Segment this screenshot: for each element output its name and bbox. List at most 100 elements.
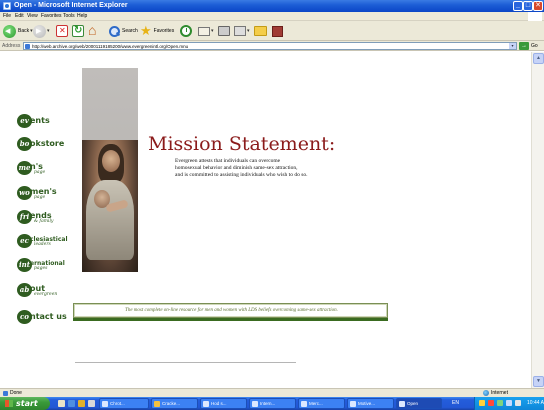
tray-icon[interactable]: [497, 400, 503, 406]
star-icon: ★: [140, 23, 152, 38]
address-input[interactable]: http://web.archive.org/web/2000111918520…: [23, 42, 517, 50]
mission-line: homosexual behavior and diminish same-se…: [175, 165, 298, 171]
go-arrow-icon[interactable]: →: [519, 42, 529, 50]
toolbar: Back ▾ ▾ Search ★ Favorites ▾ ▾: [0, 21, 544, 41]
tagline-box: The most complete on-line resource for m…: [73, 303, 388, 318]
task-label: Merc...: [309, 401, 323, 406]
green-divider: [73, 318, 388, 321]
menu-edit[interactable]: Edit: [15, 12, 24, 21]
menu-help[interactable]: Help: [77, 12, 87, 21]
refresh-icon: [72, 25, 84, 37]
task-button[interactable]: Motive...: [347, 398, 394, 409]
language-indicator[interactable]: EN: [452, 398, 459, 409]
edit-dropdown-icon[interactable]: ▾: [247, 28, 250, 34]
task-button-active[interactable]: Open: [396, 398, 442, 409]
research-button[interactable]: [272, 23, 283, 39]
task-app-icon: [154, 401, 160, 407]
task-label: Motive...: [358, 401, 376, 406]
nav-mens-sub: page: [34, 170, 46, 175]
address-label: Address: [2, 43, 21, 49]
page-content: [0, 52, 531, 388]
address-bar: Address http://web.archive.org/web/20001…: [0, 41, 544, 51]
url-text[interactable]: http://web.archive.org/web/2000111918520…: [32, 43, 188, 50]
scroll-down-button[interactable]: ▼: [533, 376, 544, 387]
quicklaunch-misc-icon[interactable]: [88, 400, 95, 407]
task-button[interactable]: Merc...: [298, 398, 345, 409]
menu-bar: File Edit View Favorites Tools Help: [0, 12, 544, 21]
task-label: Hod s...: [211, 401, 227, 406]
favorites-button[interactable]: ★ Favorites: [140, 23, 174, 39]
refresh-button[interactable]: [72, 23, 84, 39]
back-button[interactable]: Back ▾: [3, 23, 33, 39]
stop-icon: [56, 25, 68, 37]
quicklaunch-media-icon[interactable]: [78, 400, 85, 407]
go-button[interactable]: Go: [531, 41, 538, 51]
history-icon: [180, 25, 192, 37]
clock[interactable]: 10:44 AM: [527, 397, 544, 410]
menu-file[interactable]: File: [3, 12, 11, 21]
internet-zone-icon: [483, 390, 489, 396]
forward-arrow-icon: [33, 24, 46, 38]
book-icon: [272, 25, 283, 37]
task-app-icon: [399, 401, 405, 407]
home-button[interactable]: [88, 22, 100, 39]
home-icon: [88, 22, 100, 38]
nav-about-sub: evergreen: [34, 292, 58, 297]
christ-embrace-image: [82, 140, 138, 272]
stop-button[interactable]: [56, 23, 68, 39]
close-button[interactable]: ✕: [533, 1, 543, 11]
system-tray: 10:44 AM: [474, 397, 544, 410]
task-app-icon: [252, 401, 258, 407]
menu-tools[interactable]: Tools: [63, 12, 75, 21]
nav-bookstore-label: okstore: [30, 139, 65, 148]
task-app-icon: [350, 401, 356, 407]
menu-favorites[interactable]: Favorites: [41, 12, 62, 21]
quicklaunch-ie-icon[interactable]: [68, 400, 75, 407]
photo-panel: [82, 68, 138, 272]
start-label: start: [16, 399, 38, 408]
task-button[interactable]: Hod s...: [200, 398, 247, 409]
task-button[interactable]: Intern...: [249, 398, 296, 409]
ie-icon: [3, 2, 11, 10]
page-done-icon: [3, 391, 8, 396]
start-button[interactable]: start: [0, 397, 50, 410]
menu-view[interactable]: View: [27, 12, 38, 21]
task-button[interactable]: Cracke...: [151, 398, 198, 409]
task-button[interactable]: Chrot...: [99, 398, 149, 409]
mission-title: Mission Statement:: [148, 133, 336, 155]
tagline-text: The most complete on-line resource for m…: [125, 308, 338, 313]
tray-icon[interactable]: [506, 400, 512, 406]
mail-button[interactable]: ▾: [198, 23, 214, 39]
folder-button[interactable]: [254, 23, 267, 39]
minimize-button[interactable]: _: [513, 1, 523, 11]
vertical-scrollbar[interactable]: ▲ ▼: [531, 52, 544, 388]
task-app-icon: [102, 401, 108, 407]
task-app-icon: [203, 401, 209, 407]
back-arrow-icon: [3, 24, 16, 38]
forward-button[interactable]: ▾: [33, 23, 50, 39]
quicklaunch-desktop-icon[interactable]: [58, 400, 65, 407]
volume-icon[interactable]: [515, 400, 521, 406]
status-bar: Done Internet: [0, 388, 544, 397]
forward-dropdown-icon[interactable]: ▾: [47, 28, 50, 34]
scroll-up-button[interactable]: ▲: [533, 53, 544, 64]
tray-icon[interactable]: [488, 400, 494, 406]
nav-friends-sub: & family: [34, 219, 54, 224]
taskbar: start Chrot... Cracke... Hod s... Intern…: [0, 397, 544, 410]
nav-international-sub: pages: [34, 266, 48, 271]
print-button[interactable]: [218, 23, 230, 39]
nav-contact-label: ntact us: [30, 312, 67, 321]
mission-text: Evergreen attests that individuals can o…: [175, 158, 455, 179]
edit-button[interactable]: ▾: [234, 23, 250, 39]
windows-logo-icon: [528, 12, 542, 21]
search-button[interactable]: Search: [108, 23, 138, 39]
nav-ecclesiastical-sub: leaders: [34, 242, 51, 247]
history-button[interactable]: [180, 23, 192, 39]
mail-icon: [198, 26, 210, 36]
tray-icon[interactable]: [479, 400, 485, 406]
title-bar[interactable]: Open - Microsoft Internet Explorer _ □ ✕: [0, 0, 544, 12]
favorites-label: Favorites: [153, 28, 175, 34]
address-dropdown-icon[interactable]: ▾: [509, 43, 516, 49]
mail-dropdown-icon[interactable]: ▾: [211, 28, 214, 34]
maximize-button[interactable]: □: [523, 1, 533, 11]
